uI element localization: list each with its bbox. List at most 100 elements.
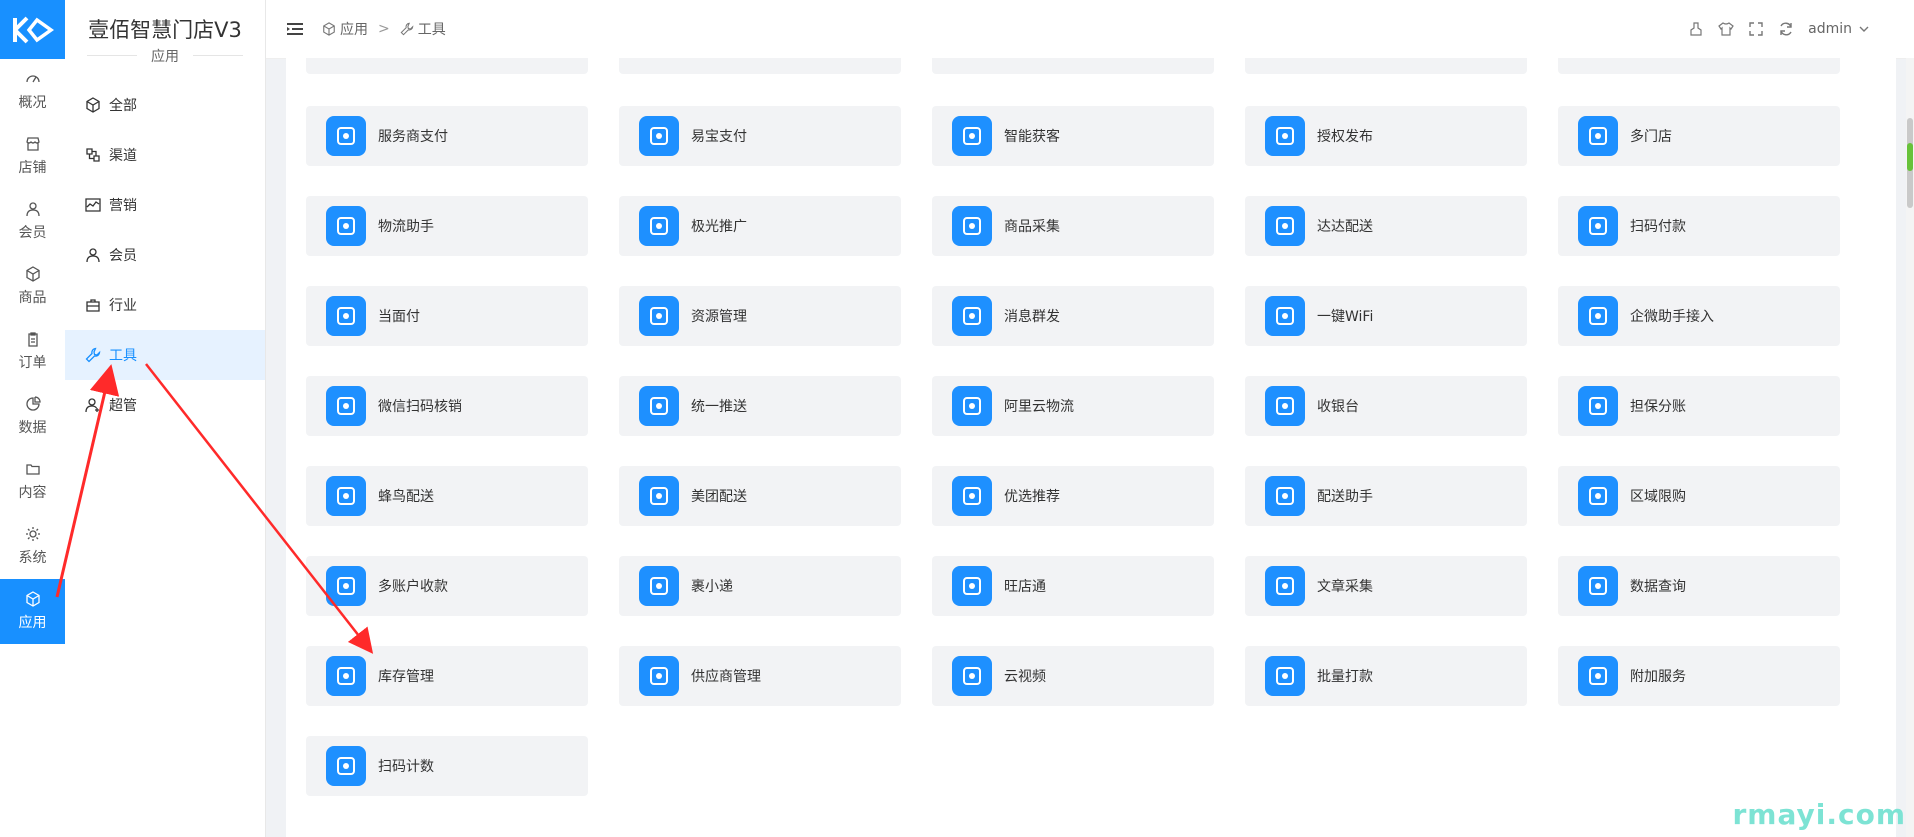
- app-card[interactable]: 当面付: [306, 286, 588, 346]
- app-glyph-icon: [337, 307, 355, 325]
- app-card-label: 区域限购: [1630, 489, 1686, 505]
- refresh-icon[interactable]: [1778, 21, 1794, 37]
- app-card-label: 达达配送: [1317, 219, 1373, 235]
- breadcrumb-separator: >: [378, 21, 390, 37]
- clean-icon[interactable]: [1688, 21, 1704, 37]
- app-card[interactable]: 附加服务: [1558, 646, 1840, 706]
- submenu-item-3[interactable]: 会员: [65, 230, 265, 280]
- app-card-partial[interactable]: [932, 58, 1214, 74]
- app-card[interactable]: 美团配送: [619, 466, 901, 526]
- nav-item-4[interactable]: 订单: [0, 319, 65, 384]
- submenu-item-5[interactable]: 工具: [65, 330, 265, 380]
- nav-item-label: 会员: [18, 225, 47, 241]
- top-header: 应用 > 工具 admin: [266, 0, 1914, 59]
- app-card[interactable]: 阿里云物流: [932, 376, 1214, 436]
- header-actions: admin: [1688, 0, 1870, 58]
- nav-item-1[interactable]: 店铺: [0, 124, 65, 189]
- nav-item-7[interactable]: 系统: [0, 514, 65, 579]
- breadcrumb-current: 工具: [417, 22, 446, 38]
- app-card[interactable]: 消息群发: [932, 286, 1214, 346]
- app-card-partial[interactable]: [306, 58, 588, 74]
- submenu-item-1[interactable]: 渠道: [65, 130, 265, 180]
- cube-icon: [86, 97, 100, 113]
- app-card[interactable]: 易宝支付: [619, 106, 901, 166]
- app-card-label: 裹小递: [691, 579, 733, 595]
- app-card-label: 智能获客: [1004, 129, 1060, 145]
- app-card[interactable]: 智能获客: [932, 106, 1214, 166]
- scrollbar[interactable]: [1906, 58, 1914, 837]
- app-glyph-icon: [337, 487, 355, 505]
- app-card-label: 资源管理: [691, 309, 747, 325]
- app-icon: [639, 476, 679, 516]
- nav-item-5[interactable]: 数据: [0, 384, 65, 449]
- app-card[interactable]: 微信扫码核销: [306, 376, 588, 436]
- app-card[interactable]: 区域限购: [1558, 466, 1840, 526]
- app-card[interactable]: 文章采集: [1245, 556, 1527, 616]
- app-card[interactable]: 旺店通: [932, 556, 1214, 616]
- app-card[interactable]: 扫码付款: [1558, 196, 1840, 256]
- app-card[interactable]: 企微助手接入: [1558, 286, 1840, 346]
- app-card[interactable]: 担保分账: [1558, 376, 1840, 436]
- app-card[interactable]: 一键WiFi: [1245, 286, 1527, 346]
- app-card[interactable]: 资源管理: [619, 286, 901, 346]
- app-glyph-icon: [650, 307, 668, 325]
- user-icon: [25, 202, 40, 217]
- app-icon: [639, 566, 679, 606]
- app-card[interactable]: 多门店: [1558, 106, 1840, 166]
- app-card[interactable]: 收银台: [1245, 376, 1527, 436]
- app-card[interactable]: 统一推送: [619, 376, 901, 436]
- app-card[interactable]: 配送助手: [1245, 466, 1527, 526]
- app-card-label: 易宝支付: [691, 129, 747, 145]
- nav-item-6[interactable]: 内容: [0, 449, 65, 514]
- app-card-label: 供应商管理: [691, 669, 761, 685]
- app-card-label: 多门店: [1630, 129, 1672, 145]
- section-label: 应用: [65, 46, 265, 66]
- app-card[interactable]: 物流助手: [306, 196, 588, 256]
- app-card[interactable]: 优选推荐: [932, 466, 1214, 526]
- breadcrumb-root[interactable]: 应用: [340, 19, 368, 39]
- app-card[interactable]: 库存管理: [306, 646, 588, 706]
- submenu-item-6[interactable]: 超管: [65, 380, 265, 430]
- app-icon: [639, 116, 679, 156]
- app-icon: [952, 206, 992, 246]
- nav-item-label: 商品: [18, 290, 47, 306]
- shirt-icon[interactable]: [1718, 21, 1734, 37]
- app-card-partial[interactable]: [619, 58, 901, 74]
- menu-toggle-icon[interactable]: [286, 20, 304, 38]
- app-card[interactable]: 云视频: [932, 646, 1214, 706]
- app-card[interactable]: 数据查询: [1558, 556, 1840, 616]
- app-card[interactable]: 商品采集: [932, 196, 1214, 256]
- app-glyph-icon: [650, 667, 668, 685]
- app-card[interactable]: 服务商支付: [306, 106, 588, 166]
- app-card[interactable]: 供应商管理: [619, 646, 901, 706]
- app-card[interactable]: 达达配送: [1245, 196, 1527, 256]
- logo[interactable]: [0, 0, 65, 59]
- nav-item-0[interactable]: 概况: [0, 59, 65, 124]
- app-card[interactable]: 扫码计数: [306, 736, 588, 796]
- app-card-label: 服务商支付: [378, 129, 448, 145]
- app-card-label: 收银台: [1317, 399, 1359, 415]
- app-card[interactable]: 蜂鸟配送: [306, 466, 588, 526]
- app-card[interactable]: 多账户收款: [306, 556, 588, 616]
- app-card[interactable]: 授权发布: [1245, 106, 1527, 166]
- submenu-item-4[interactable]: 行业: [65, 280, 265, 330]
- fullscreen-icon[interactable]: [1748, 21, 1764, 37]
- nav-item-2[interactable]: 会员: [0, 189, 65, 254]
- user-menu[interactable]: admin: [1808, 21, 1870, 37]
- app-card-partial[interactable]: [1558, 58, 1840, 74]
- nav-item-label: 数据: [18, 420, 47, 436]
- app-card[interactable]: 极光推广: [619, 196, 901, 256]
- app-card-label: 云视频: [1004, 669, 1046, 685]
- channel-icon: [86, 148, 100, 162]
- app-icon: [952, 476, 992, 516]
- scroll-indicator: [1907, 143, 1913, 171]
- app-card-partial[interactable]: [1245, 58, 1527, 74]
- submenu-item-2[interactable]: 营销: [65, 180, 265, 230]
- nav-item-8[interactable]: 应用: [0, 579, 65, 644]
- app-card[interactable]: 裹小递: [619, 556, 901, 616]
- app-icon: [326, 206, 366, 246]
- submenu-item-0[interactable]: 全部: [65, 80, 265, 130]
- nav-item-3[interactable]: 商品: [0, 254, 65, 319]
- app-card[interactable]: 批量打款: [1245, 646, 1527, 706]
- app-icon: [1265, 116, 1305, 156]
